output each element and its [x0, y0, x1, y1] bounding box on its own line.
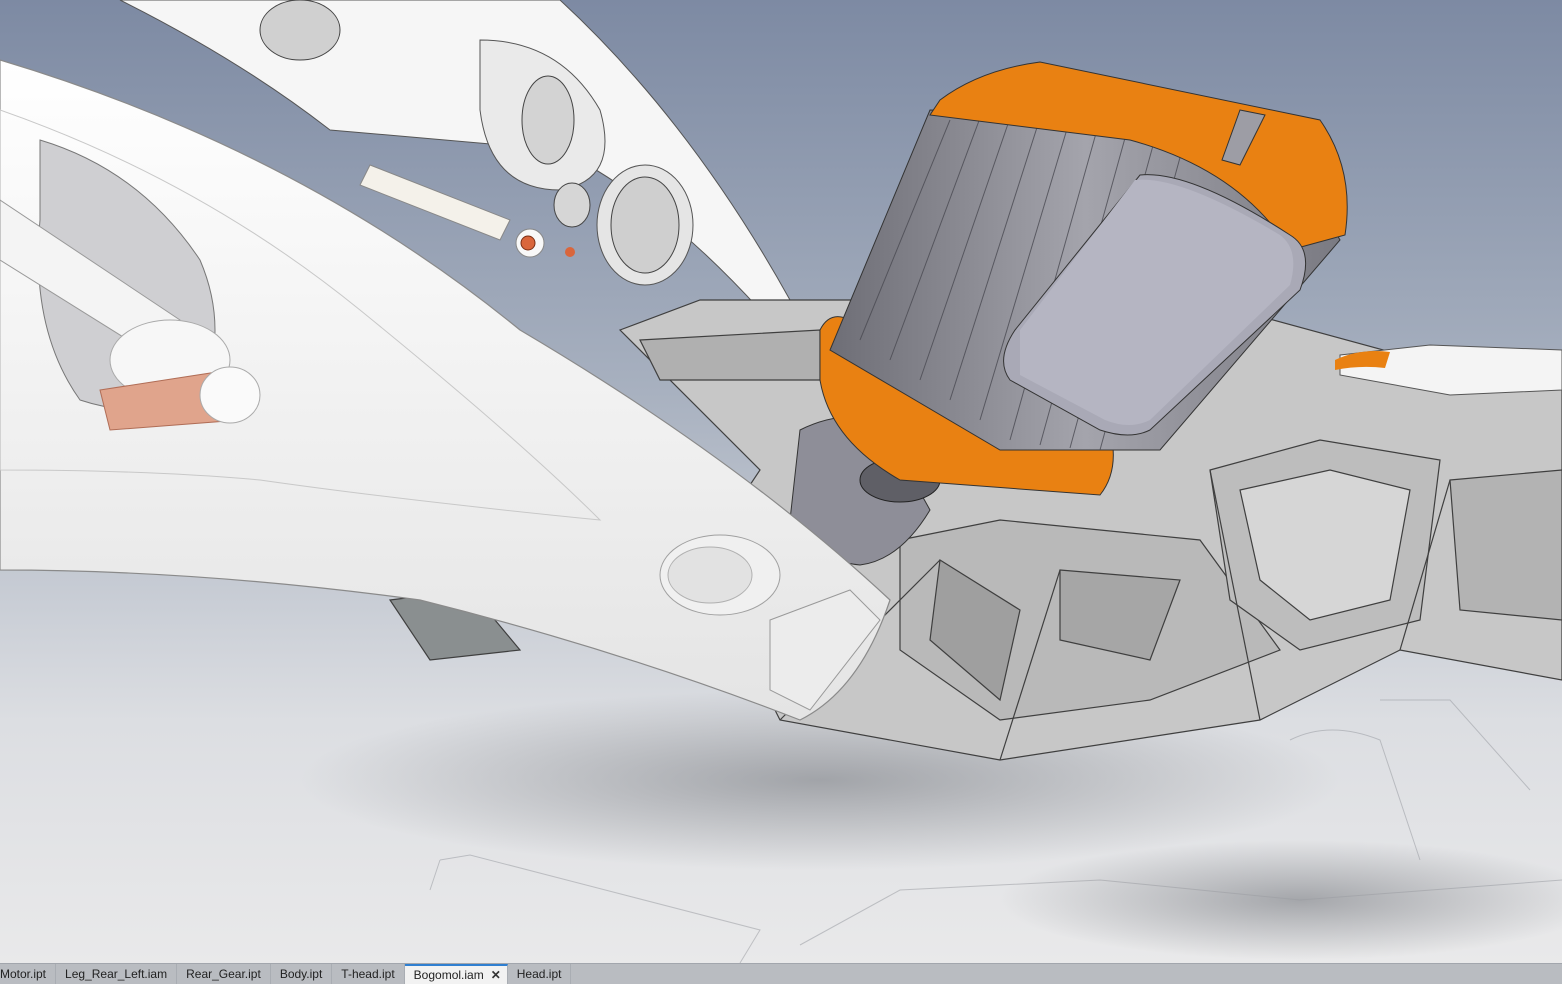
tab-label: Head.ipt: [516, 967, 562, 981]
tab-label: Body.ipt: [279, 967, 323, 981]
tab-leg-rear-left[interactable]: Leg_Rear_Left.iam: [56, 964, 178, 984]
tab-label: Rear_Gear.ipt: [186, 967, 261, 981]
tab-rear-gear[interactable]: Rear_Gear.ipt: [177, 964, 271, 984]
model-viewport[interactable]: [0, 0, 1562, 963]
tab-t-head[interactable]: T-head.ipt: [332, 964, 405, 984]
tab-label: Leg_Rear_Left.iam: [65, 967, 168, 981]
document-tab-bar: Motor.ipt Leg_Rear_Left.iam Rear_Gear.ip…: [0, 963, 1562, 984]
tab-head[interactable]: Head.ipt: [508, 964, 572, 984]
tab-label: Bogomol.iam: [413, 968, 484, 982]
tab-bogomol[interactable]: Bogomol.iam ✕: [404, 964, 508, 984]
model-canvas[interactable]: [0, 0, 1562, 963]
tab-label: T-head.ipt: [341, 967, 395, 981]
tab-body[interactable]: Body.ipt: [271, 964, 333, 984]
tab-motor[interactable]: Motor.ipt: [0, 964, 57, 984]
tab-label: Motor.ipt: [0, 967, 47, 981]
close-icon[interactable]: ✕: [491, 968, 501, 982]
